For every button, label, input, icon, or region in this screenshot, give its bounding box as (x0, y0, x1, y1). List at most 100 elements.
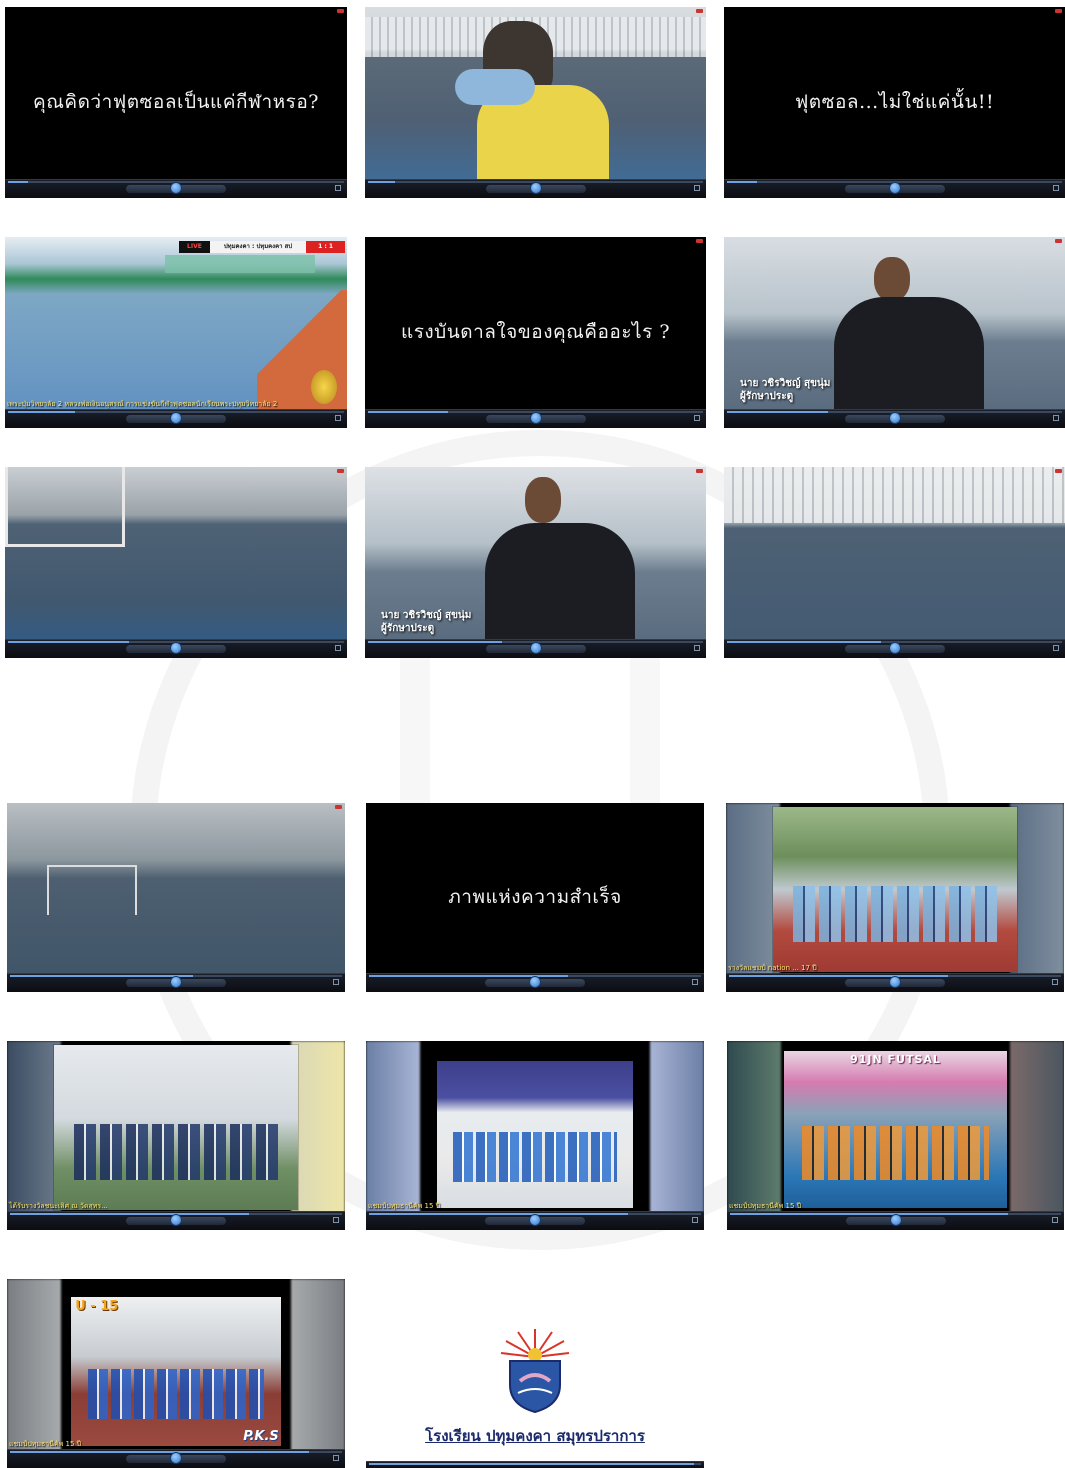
fullscreen-icon[interactable] (694, 415, 700, 421)
video-frame-10[interactable] (7, 803, 345, 992)
play-icon[interactable] (529, 182, 542, 194)
fullscreen-icon[interactable] (1052, 1217, 1058, 1223)
fullscreen-icon[interactable] (1052, 979, 1058, 985)
fullscreen-icon[interactable] (694, 185, 700, 191)
tent (165, 255, 315, 273)
player-controls[interactable] (5, 179, 347, 198)
video-frame-7[interactable] (5, 467, 347, 658)
school-name: โรงเรียน ปทุมคงคา สมุทรปราการ (425, 1427, 645, 1445)
video-frame-1[interactable]: คุณคิดว่าฟุตซอลเป็นแค่กีฬาหรอ? (5, 7, 347, 198)
player-controls[interactable] (5, 639, 347, 658)
person-arm (455, 69, 535, 105)
person-role: ผู้รักษาประตู (740, 391, 794, 402)
close-icon[interactable] (1055, 239, 1062, 243)
close-icon[interactable] (696, 239, 703, 243)
video-frame-15[interactable]: 91JN FUTSAL แชมป์ปทุมธานีคัพ 15 ปี (727, 1041, 1064, 1230)
close-icon[interactable] (696, 9, 703, 13)
video-frame-9[interactable] (724, 467, 1065, 658)
close-icon[interactable] (337, 9, 344, 13)
team-photo (54, 1045, 298, 1210)
close-icon[interactable] (1055, 9, 1062, 13)
video-frame-17[interactable]: โรงเรียน ปทุมคงคา สมุทรปราการ (366, 1279, 704, 1468)
frame-caption: ฟุตซอล...ไม่ใช่แค่นั้น!! (794, 91, 995, 114)
close-icon[interactable] (337, 469, 344, 473)
player-controls[interactable] (365, 179, 706, 198)
age-group-label: U - 15 (75, 1299, 119, 1314)
players (87, 1368, 265, 1420)
fullscreen-icon[interactable] (1053, 415, 1059, 421)
player-controls[interactable] (724, 639, 1065, 658)
team-photo: U - 15 P.K.S (71, 1297, 281, 1446)
fence (724, 467, 1065, 523)
play-icon[interactable] (889, 1214, 902, 1226)
video-frame-8[interactable]: นาย วชิรวิชญ์ สุขนุ่ม ผู้รักษาประตู (365, 467, 706, 658)
video-frame-4[interactable]: LIVE ปทุมคงคา : ปทุมคงคา สป 1 : 1 เพระปุ… (5, 237, 347, 428)
fullscreen-icon[interactable] (333, 1217, 339, 1223)
video-frame-12[interactable]: รางวัลแชมป์ nation ... 17 ปี (726, 803, 1064, 992)
play-icon[interactable] (529, 976, 541, 988)
play-icon[interactable] (170, 642, 182, 654)
fullscreen-icon[interactable] (335, 415, 341, 421)
fullscreen-icon[interactable] (692, 979, 698, 985)
video-frame-13[interactable]: ได้รับรางวัลชนะเลิศ ณ วัดสุทร... (7, 1041, 345, 1230)
play-icon[interactable] (170, 1214, 182, 1226)
play-icon[interactable] (170, 976, 182, 988)
event-banner: 91JN FUTSAL (850, 1053, 941, 1066)
fullscreen-icon[interactable] (1053, 185, 1059, 191)
video-frame-6[interactable]: นาย วชิรวิชญ์ สุขนุ่ม ผู้รักษาประตู (724, 237, 1065, 428)
scoreboard-score: 1 : 1 (306, 241, 345, 253)
scoreboard-live: LIVE (179, 241, 210, 253)
play-icon[interactable] (170, 412, 182, 424)
video-frame-11[interactable]: ภาพแห่งความสำเร็จ (366, 803, 704, 992)
player-controls[interactable] (724, 409, 1065, 428)
play-icon[interactable] (529, 642, 542, 654)
player-controls[interactable] (5, 409, 347, 428)
play-icon[interactable] (529, 412, 542, 424)
video-frame-5[interactable]: แรงบันดาลใจของคุณคืออะไร ? (365, 237, 706, 428)
play-icon[interactable] (889, 976, 901, 988)
person-head (874, 257, 910, 301)
players (452, 1131, 618, 1182)
fullscreen-icon[interactable] (335, 185, 341, 191)
player-controls[interactable] (365, 409, 706, 428)
play-icon[interactable] (170, 182, 182, 194)
frame-caption: คุณคิดว่าฟุตซอลเป็นแค่กีฬาหรอ? (33, 91, 319, 114)
person-shirt (834, 297, 984, 417)
person-head (525, 477, 561, 523)
play-icon[interactable] (888, 412, 901, 424)
video-frame-16[interactable]: U - 15 P.K.S แชมป์ปทุมธานีคัพ 15 ปี (7, 1279, 345, 1468)
player-controls[interactable] (7, 1449, 345, 1468)
person-shirt (485, 523, 635, 653)
player-controls[interactable] (7, 1211, 345, 1230)
fullscreen-icon[interactable] (335, 645, 341, 651)
team-photo: 91JN FUTSAL (784, 1051, 1007, 1208)
video-frame-2[interactable] (365, 7, 706, 198)
player-controls[interactable] (7, 973, 345, 992)
video-frame-3[interactable]: ฟุตซอล...ไม่ใช่แค่นั้น!! (724, 7, 1065, 198)
player-controls[interactable] (727, 1211, 1064, 1230)
play-icon[interactable] (170, 1452, 182, 1464)
play-icon[interactable] (888, 642, 901, 654)
player-controls[interactable] (365, 639, 706, 658)
close-icon[interactable] (1055, 469, 1062, 473)
fullscreen-icon[interactable] (1053, 645, 1059, 651)
fullscreen-icon[interactable] (333, 1455, 339, 1461)
play-icon[interactable] (888, 182, 901, 194)
player-controls[interactable] (366, 1461, 704, 1468)
video-frame-14[interactable]: แชมป์ปทุมธานีคัพ 15 ปี (366, 1041, 704, 1230)
player-controls[interactable] (366, 1211, 704, 1230)
fullscreen-icon[interactable] (694, 645, 700, 651)
goal-net (5, 467, 125, 547)
scoreboard: LIVE ปทุมคงคา : ปทุมคงคา สป 1 : 1 (179, 241, 345, 253)
player-controls[interactable] (366, 973, 704, 992)
school-crest-icon (500, 1329, 570, 1413)
play-icon[interactable] (529, 1214, 541, 1226)
player-controls[interactable] (726, 973, 1064, 992)
seek-bar[interactable] (369, 1463, 701, 1465)
fullscreen-icon[interactable] (333, 979, 339, 985)
close-icon[interactable] (696, 469, 703, 473)
close-icon[interactable] (335, 805, 342, 809)
fullscreen-icon[interactable] (692, 1217, 698, 1223)
player-controls[interactable] (724, 179, 1065, 198)
person-name: นาย วชิรวิชญ์ สุขนุ่ม (381, 610, 472, 621)
